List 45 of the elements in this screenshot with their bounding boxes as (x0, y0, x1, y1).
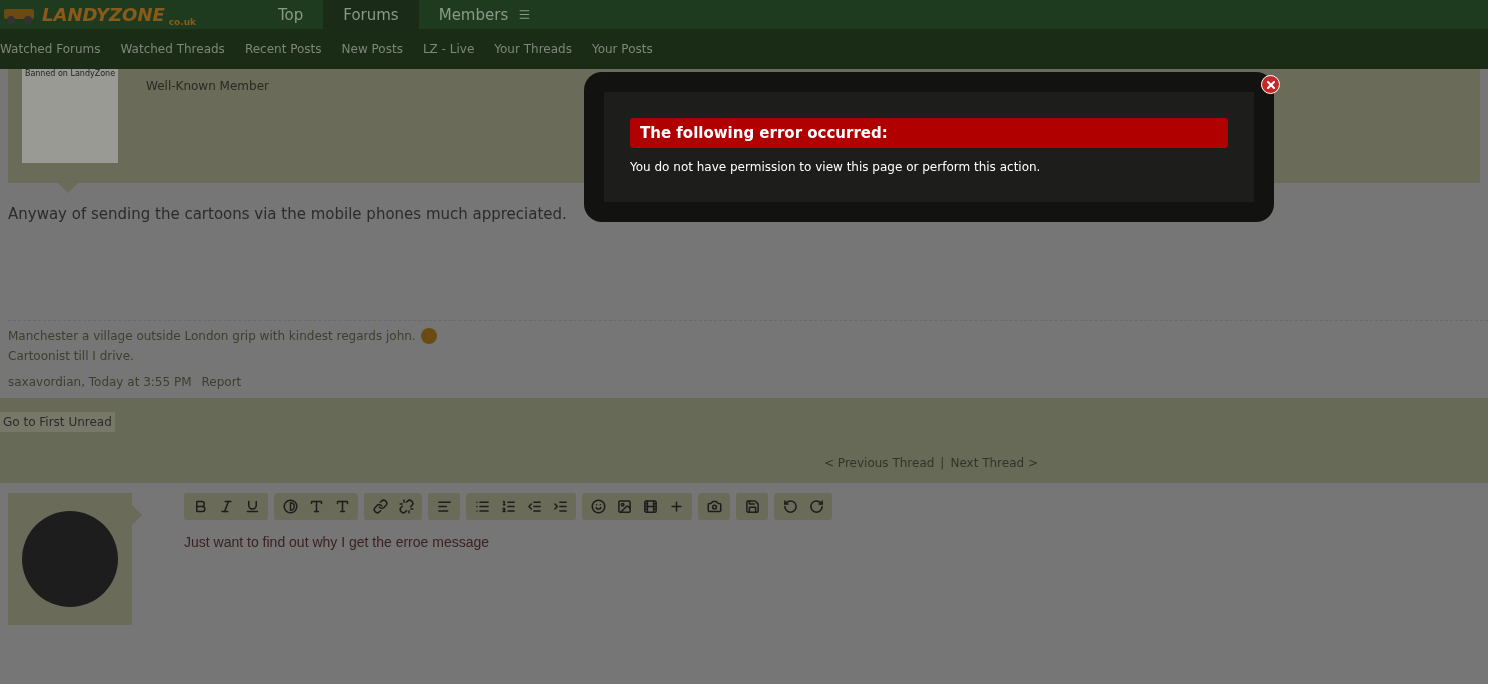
logo[interactable]: LANDYZONE co.uk (0, 0, 258, 30)
sub-nav-link[interactable]: Watched Threads (120, 42, 225, 57)
redo-icon (808, 498, 824, 514)
close-icon (1264, 78, 1277, 91)
menu-icon (518, 8, 532, 22)
sub-nav-link[interactable]: Recent Posts (244, 42, 322, 57)
error-heading: The following error occurred: (630, 118, 1228, 148)
image-icon (616, 498, 632, 514)
numbered-list-icon (500, 498, 516, 514)
bullet-list-icon (474, 498, 490, 514)
sub-nav-link[interactable]: LZ - Live (422, 42, 475, 57)
separator: | (940, 456, 945, 471)
save-icon (744, 498, 760, 514)
film-icon (642, 498, 658, 514)
sub-nav-link[interactable]: Watched Forums (0, 42, 101, 57)
signature-text: Manchester a village outside London grip with kindest regards john. (8, 329, 416, 344)
error-message: You do not have permission to view this page or perform this action. (630, 160, 1042, 174)
text-size-icon (308, 498, 324, 514)
align-left-icon (436, 498, 452, 514)
sub-nav-link[interactable]: Your Threads (494, 42, 572, 57)
user-title: Well-Known Member (146, 78, 269, 95)
sub-nav-link[interactable]: New Posts (341, 42, 403, 57)
camera-icon (706, 498, 722, 514)
editor-field[interactable]: Just want to find out why I get the erroe message (184, 533, 832, 550)
underline-icon (244, 498, 260, 514)
report-link[interactable]: Report (201, 375, 242, 390)
unlink-icon (398, 498, 414, 514)
post-message: Anyway of sending the cartoons via the mobile phones much appreciated. (8, 204, 568, 223)
first-unread-button[interactable]: Go to First Unread (0, 412, 115, 433)
indent-icon (552, 498, 568, 514)
nav-tab[interactable]: Top (258, 0, 324, 30)
logo-text: LANDYZONE (42, 4, 165, 26)
undo-icon (782, 498, 798, 514)
logo-domain: co.uk (168, 17, 197, 28)
italic-icon (218, 498, 234, 514)
nav-tab[interactable]: Members (418, 0, 552, 30)
post-meta: saxavordian, Today at 3:55 PM (8, 375, 192, 390)
link-icon (372, 498, 388, 514)
outdent-icon (526, 498, 542, 514)
avatar-caption: Banned on LandyZone (24, 68, 116, 78)
nav-tab[interactable]: Forums (323, 0, 419, 30)
sub-nav-link[interactable]: Your Posts (591, 42, 653, 57)
contrast-icon (282, 498, 298, 514)
plus-icon (668, 498, 684, 514)
font-icon (334, 498, 350, 514)
